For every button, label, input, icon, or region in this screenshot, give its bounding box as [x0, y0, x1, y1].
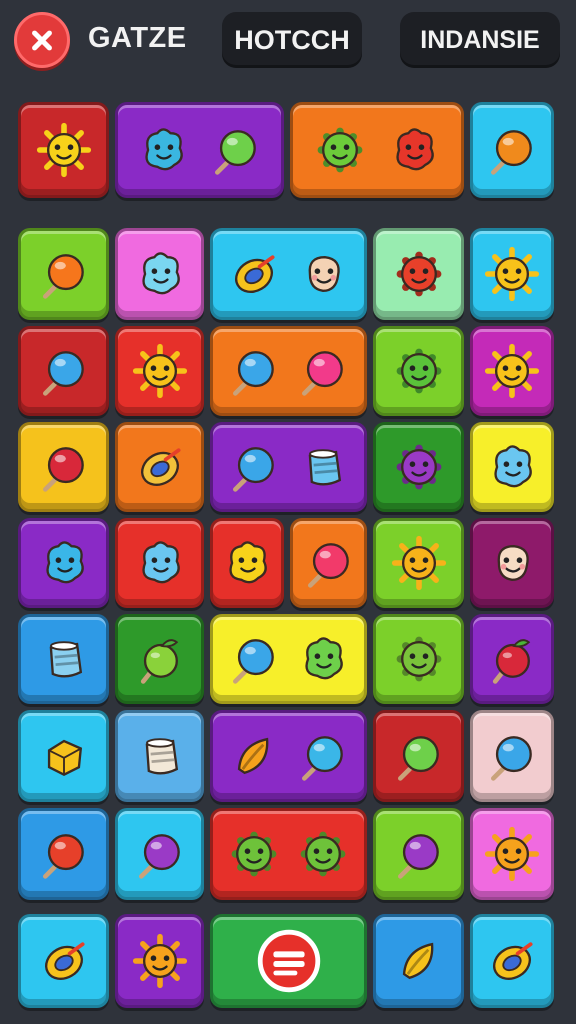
- game-tile[interactable]: [210, 326, 367, 416]
- game-tile[interactable]: [470, 614, 554, 704]
- game-tile[interactable]: [470, 228, 554, 320]
- virus-icon: [396, 251, 441, 297]
- game-tile[interactable]: [18, 518, 109, 608]
- game-tile[interactable]: [115, 422, 204, 512]
- box-icon: [47, 739, 82, 776]
- game-tile[interactable]: [115, 614, 204, 704]
- lollipop-icon: [42, 351, 84, 396]
- sun-icon: [36, 122, 91, 178]
- sun-icon: [484, 343, 540, 399]
- game-tile[interactable]: [210, 228, 367, 320]
- game-board: [0, 0, 576, 1024]
- game-tile[interactable]: [290, 518, 367, 608]
- leaf-icon: [237, 737, 269, 775]
- sun-icon: [391, 535, 446, 591]
- apple-icon: [492, 639, 531, 684]
- cup-icon: [145, 738, 178, 775]
- lollipop-icon: [233, 639, 274, 684]
- game-tile[interactable]: [115, 102, 284, 198]
- lollipop-icon: [42, 254, 84, 299]
- blob-icon: [141, 252, 180, 295]
- game-tile[interactable]: [373, 518, 464, 608]
- game-tile[interactable]: [210, 914, 367, 1008]
- game-tile[interactable]: [18, 228, 109, 320]
- game-tile[interactable]: [470, 326, 554, 416]
- game-tile[interactable]: [373, 326, 464, 416]
- sun-icon: [132, 343, 187, 399]
- lollipop-icon: [491, 736, 532, 781]
- game-tile[interactable]: [115, 808, 204, 900]
- game-tile[interactable]: [115, 914, 204, 1008]
- game-tile[interactable]: [373, 614, 464, 704]
- lollipop-icon: [215, 130, 256, 175]
- ring-icon: [44, 942, 85, 980]
- lollipop-icon: [42, 447, 84, 492]
- blob-icon: [305, 637, 343, 680]
- blob-icon: [45, 541, 84, 584]
- game-tile[interactable]: [115, 326, 204, 416]
- game-tile[interactable]: [470, 808, 554, 900]
- virus-icon: [300, 831, 346, 877]
- blob-icon: [229, 541, 267, 584]
- cup-icon: [308, 449, 342, 486]
- lollipop-icon: [138, 834, 180, 879]
- ring-icon: [140, 448, 181, 486]
- game-tile[interactable]: [290, 102, 464, 198]
- face-icon: [308, 256, 340, 292]
- blob-icon: [494, 445, 532, 488]
- game-tile[interactable]: [373, 228, 464, 320]
- blob-icon: [145, 128, 183, 171]
- virus-icon: [231, 831, 277, 877]
- game-tile[interactable]: [470, 102, 554, 198]
- sun-icon: [484, 246, 540, 302]
- game-tile[interactable]: [210, 422, 367, 512]
- lollipop-icon: [491, 130, 532, 175]
- game-tile[interactable]: [18, 422, 109, 512]
- game-tile[interactable]: [18, 326, 109, 416]
- sun-icon: [132, 933, 187, 989]
- lollipop-icon: [397, 834, 439, 879]
- leaf-icon: [402, 942, 433, 980]
- blob-icon: [396, 128, 435, 171]
- game-tile[interactable]: [373, 710, 464, 802]
- virus-icon: [317, 127, 363, 173]
- game-tile[interactable]: [210, 808, 367, 900]
- game-tile[interactable]: [115, 710, 204, 802]
- apple-icon: [140, 639, 178, 684]
- game-tile[interactable]: [18, 808, 109, 900]
- game-tile[interactable]: [210, 518, 284, 608]
- virus-icon: [396, 636, 441, 682]
- lollipop-icon: [307, 543, 349, 588]
- lollipop-icon: [302, 351, 343, 396]
- game-tile[interactable]: [18, 710, 109, 802]
- lollipop-icon: [233, 351, 274, 396]
- game-tile[interactable]: [210, 710, 367, 802]
- lollipop-icon: [397, 736, 439, 781]
- game-tile[interactable]: [373, 914, 464, 1008]
- ring-icon: [493, 942, 533, 980]
- cup-icon: [49, 641, 82, 678]
- game-tile[interactable]: [470, 422, 554, 512]
- game-tile[interactable]: [373, 808, 464, 900]
- sun-icon: [484, 826, 540, 882]
- game-tile[interactable]: [18, 914, 109, 1008]
- game-tile[interactable]: [210, 614, 367, 704]
- game-tile[interactable]: [373, 422, 464, 512]
- ring-icon: [235, 255, 275, 293]
- game-tile[interactable]: [470, 914, 554, 1008]
- game-tile[interactable]: [18, 614, 109, 704]
- game-tile[interactable]: [115, 228, 204, 320]
- lollipop-icon: [302, 736, 343, 781]
- face-icon: [497, 545, 529, 581]
- game-tile[interactable]: [470, 710, 554, 802]
- game-tile[interactable]: [115, 518, 204, 608]
- lollipop-icon: [233, 447, 274, 492]
- blob-icon: [141, 541, 180, 584]
- game-tile[interactable]: [18, 102, 109, 198]
- virus-icon: [396, 444, 441, 490]
- virus-icon: [396, 348, 441, 394]
- badge-icon: [257, 929, 320, 993]
- lollipop-icon: [42, 834, 84, 879]
- game-tile[interactable]: [470, 518, 554, 608]
